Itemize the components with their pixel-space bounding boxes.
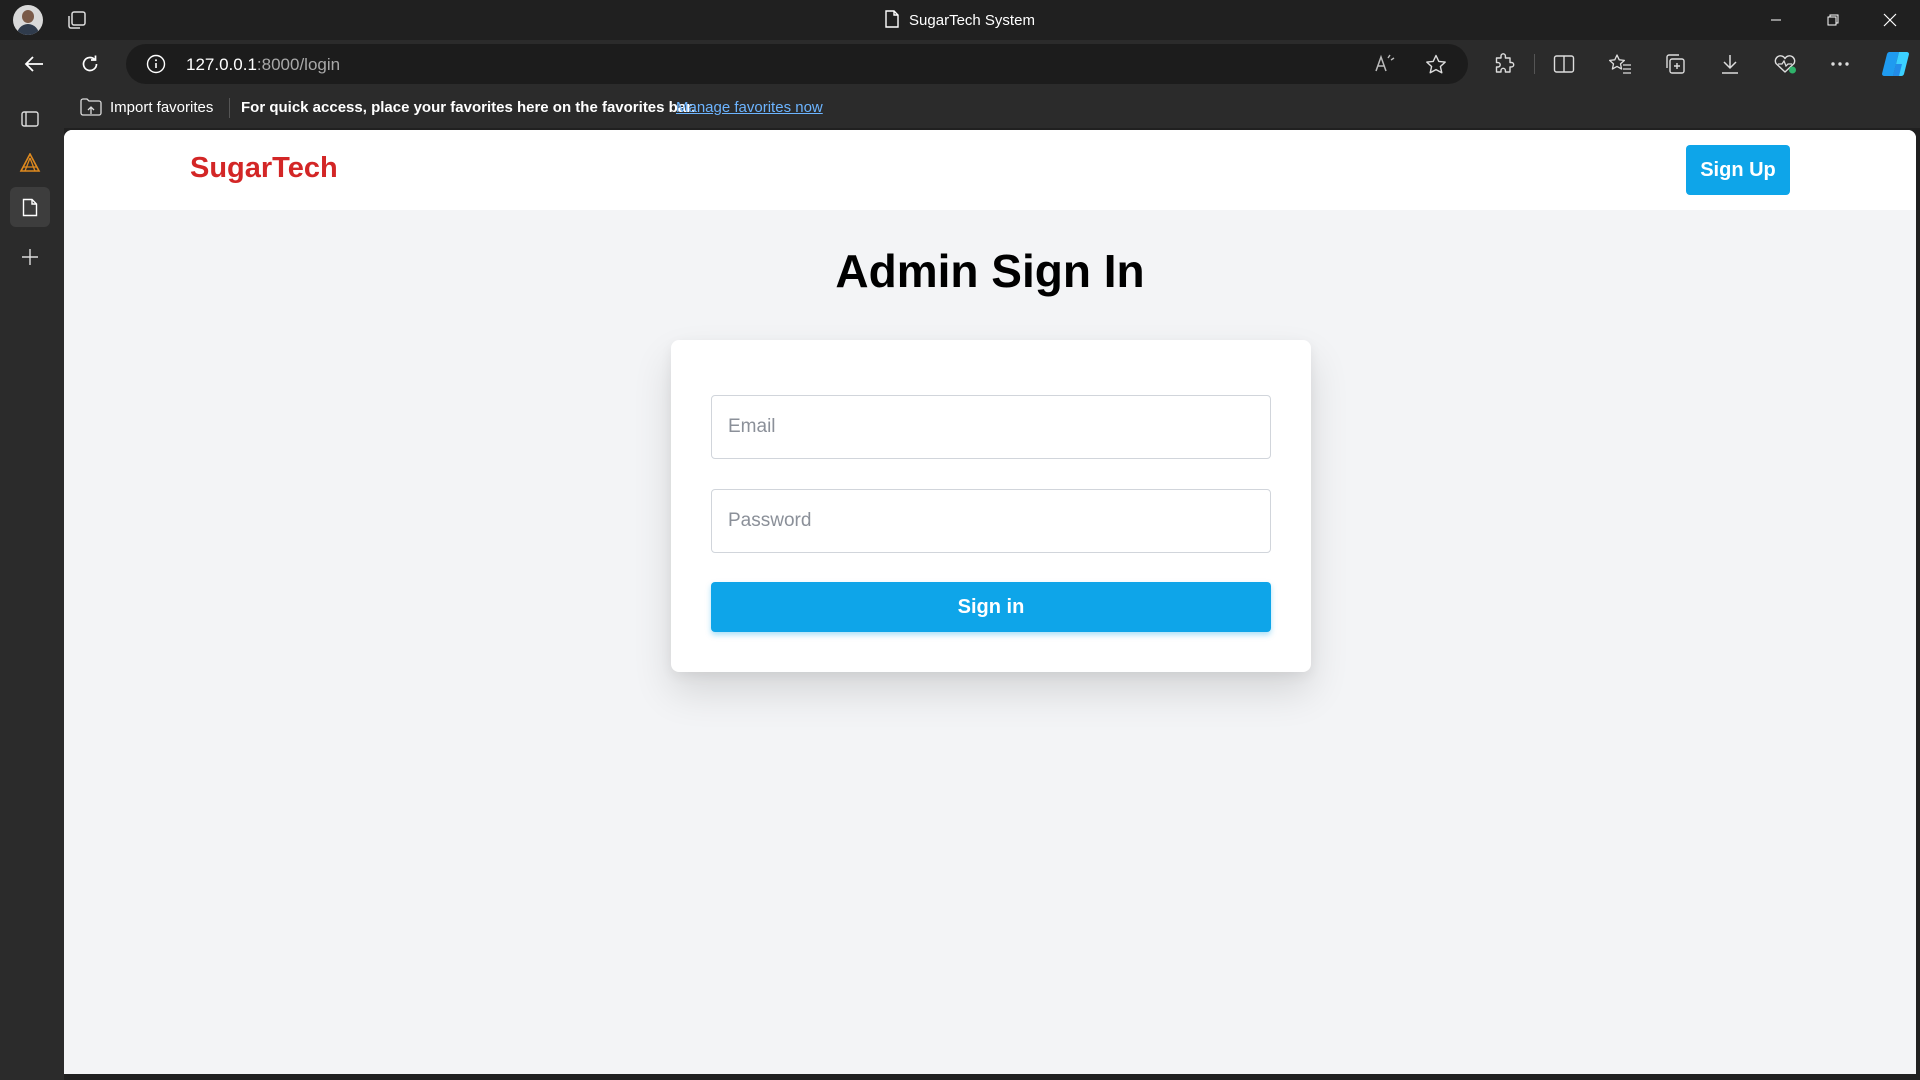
favorite-star-icon[interactable] [1425, 54, 1447, 75]
vertical-tab-sidebar [0, 88, 64, 1080]
password-field[interactable] [711, 489, 1271, 553]
info-icon[interactable] [146, 54, 166, 74]
page-icon [885, 10, 899, 28]
restore-button[interactable] [1805, 0, 1861, 40]
read-aloud-icon[interactable] [1374, 54, 1396, 74]
collections-icon[interactable] [1663, 52, 1687, 76]
back-icon [24, 55, 44, 73]
title-bar: SugarTech System [0, 0, 1920, 40]
site-favicon-icon[interactable] [10, 143, 50, 183]
window-title-text: SugarTech System [909, 12, 1035, 29]
extensions-icon[interactable] [1492, 52, 1516, 76]
favorites-hint-text: For quick access, place your favorites h… [241, 99, 696, 116]
manage-favorites-link[interactable]: Manage favorites now [676, 99, 823, 116]
refresh-icon [80, 54, 100, 74]
favorites-divider [229, 98, 230, 118]
page-title: Admin Sign In [835, 245, 1145, 297]
page-viewport: SugarTech Sign Up Admin Sign In Sign in [64, 130, 1916, 1074]
copilot-icon[interactable] [1880, 48, 1912, 80]
minimize-button[interactable] [1748, 0, 1804, 40]
address-bar-row: 127.0.0.1:8000/login [0, 40, 1920, 88]
close-button[interactable] [1862, 0, 1918, 40]
favorites-bar: Import favorites For quick access, place… [64, 88, 1920, 128]
url-text[interactable]: 127.0.0.1:8000/login [186, 55, 340, 75]
more-icon[interactable] [1828, 52, 1852, 76]
sign-up-button[interactable]: Sign Up [1686, 145, 1790, 195]
favorites-icon[interactable] [1608, 52, 1632, 76]
site-header: SugarTech Sign Up [64, 130, 1916, 210]
split-screen-icon[interactable] [1552, 52, 1576, 76]
address-bar[interactable]: 127.0.0.1:8000/login [126, 44, 1468, 84]
new-tab-plus-icon[interactable] [10, 237, 50, 277]
back-button[interactable] [18, 48, 50, 80]
tab-actions-menu-icon[interactable] [10, 99, 50, 139]
import-folder-icon [80, 98, 102, 116]
toolbar-divider [1534, 54, 1535, 74]
login-card: Sign in [671, 340, 1311, 672]
window-title: SugarTech System [0, 10, 1920, 29]
sign-in-button[interactable]: Sign in [711, 582, 1271, 632]
import-favorites-label: Import favorites [110, 98, 214, 116]
import-favorites-button[interactable]: Import favorites [80, 98, 213, 116]
active-tab-page-icon[interactable] [10, 187, 50, 227]
brand-logo[interactable]: SugarTech [190, 152, 338, 185]
downloads-icon[interactable] [1718, 52, 1742, 76]
browser-essentials-icon[interactable] [1773, 52, 1797, 76]
email-field[interactable] [711, 395, 1271, 459]
url-path: :8000/login [256, 55, 341, 74]
url-host: 127.0.0.1 [186, 55, 257, 74]
refresh-button[interactable] [74, 48, 106, 80]
